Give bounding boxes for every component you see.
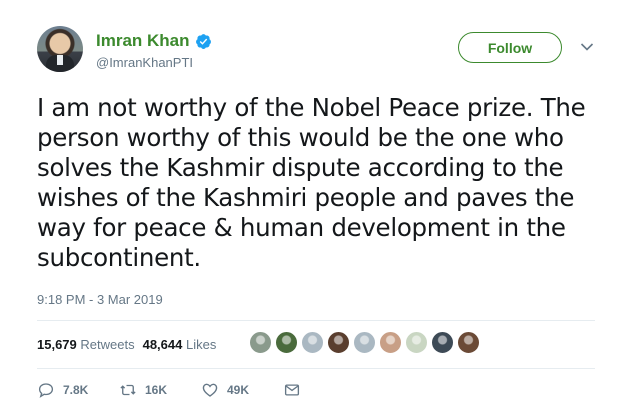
tweet-card: Imran Khan @ImranKhanPTI Follow I am not… xyxy=(0,0,635,404)
follow-button[interactable]: Follow xyxy=(458,32,562,63)
retweets-label: Retweets xyxy=(80,337,135,352)
tweet-line: wishes of the Kashmiri people and paves … xyxy=(37,183,575,212)
tweet-actions: 7.8K 16K 49K xyxy=(37,381,313,399)
avatar-collar xyxy=(57,55,63,65)
divider xyxy=(37,368,595,369)
tweet-timestamp[interactable]: 9:18 PM - 3 Mar 2019 xyxy=(37,292,163,307)
display-name[interactable]: Imran Khan xyxy=(96,31,190,51)
tweet-stats: 15,679 Retweets 48,644 Likes xyxy=(37,337,216,352)
liker-avatars xyxy=(249,331,480,354)
retweet-button[interactable]: 16K xyxy=(119,381,201,399)
name-row: Imran Khan xyxy=(96,31,212,51)
retweet-icon xyxy=(120,384,136,396)
liker-avatar[interactable] xyxy=(327,331,350,354)
direct-message-button[interactable] xyxy=(283,381,313,399)
tweet-text: I am not worthy of the Nobel Peace prize… xyxy=(37,93,607,273)
liker-avatar[interactable] xyxy=(275,331,298,354)
reply-button[interactable]: 7.8K xyxy=(37,381,117,399)
likes-stat[interactable]: 48,644 Likes xyxy=(143,337,217,352)
liker-avatar[interactable] xyxy=(457,331,480,354)
tweet-line: subcontinent. xyxy=(37,243,201,272)
heart-icon xyxy=(202,383,218,397)
chevron-down-icon[interactable] xyxy=(580,42,594,52)
tweet-line: way for peace & human development in the xyxy=(37,213,566,242)
user-handle[interactable]: @ImranKhanPTI xyxy=(96,55,193,70)
avatar[interactable] xyxy=(37,26,83,72)
tweet-line: I am not worthy of the Nobel Peace prize… xyxy=(37,93,586,122)
liker-avatar[interactable] xyxy=(379,331,402,354)
retweets-count: 15,679 xyxy=(37,337,77,352)
tweet-line: solves the Kashmir dispute according to … xyxy=(37,153,564,182)
tweet-line: person worthy of this would be the one w… xyxy=(37,123,564,152)
liker-avatar[interactable] xyxy=(301,331,324,354)
reply-count: 7.8K xyxy=(63,383,89,397)
retweet-count: 16K xyxy=(145,383,168,397)
retweets-stat[interactable]: 15,679 Retweets xyxy=(37,337,135,352)
liker-avatar[interactable] xyxy=(431,331,454,354)
likes-count: 48,644 xyxy=(142,337,183,352)
reply-icon xyxy=(38,383,54,398)
divider xyxy=(37,320,595,321)
liker-avatar[interactable] xyxy=(249,331,272,354)
like-button[interactable]: 49K xyxy=(201,381,283,399)
liker-avatar[interactable] xyxy=(353,331,376,354)
liker-avatar[interactable] xyxy=(405,331,428,354)
like-count: 49K xyxy=(227,383,250,397)
message-icon xyxy=(284,384,300,396)
verified-badge-icon xyxy=(195,33,211,49)
likes-label: Likes xyxy=(185,337,217,352)
